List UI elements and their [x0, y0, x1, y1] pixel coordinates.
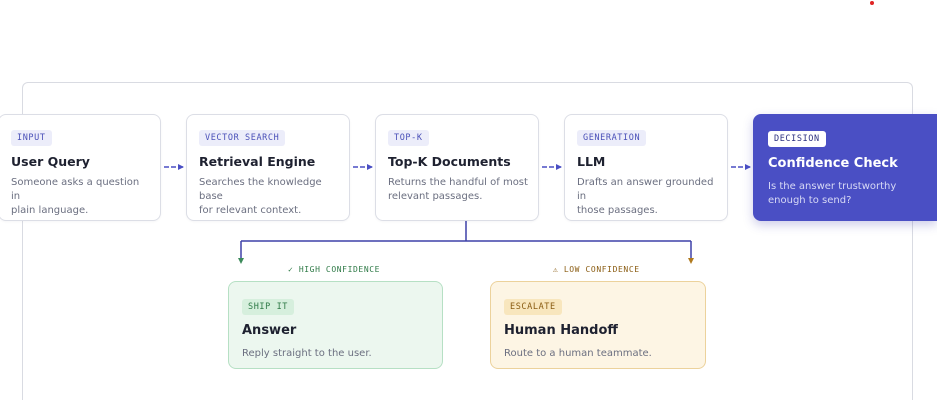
card-tag: ESCALATE [504, 299, 562, 315]
card-description: Searches the knowledge base for relevant … [199, 177, 322, 216]
card-tag: INPUT [11, 130, 52, 146]
red-dot-marker [870, 1, 874, 5]
card-title: LLM [577, 154, 606, 169]
card-title: Human Handoff [504, 323, 618, 338]
high-confidence-label: ✓ HIGH CONFIDENCE [288, 265, 381, 274]
card-answer: SHIP IT Answer Reply straight to the use… [228, 281, 443, 369]
card-description: Is the answer trustworthy enough to send? [768, 181, 897, 206]
card-tag: VECTOR SEARCH [199, 130, 286, 146]
card-title: Confidence Check [768, 156, 898, 171]
card-tag: GENERATION [577, 130, 647, 146]
card-description: Returns the handful of most relevant pass… [388, 177, 528, 202]
card-description: Route to a human teammate. [504, 348, 652, 359]
card-description: Drafts an answer grounded in those passag… [577, 177, 714, 216]
card-llm: GENERATION LLM Drafts an answer grounded… [564, 114, 728, 221]
card-description: Someone asks a question in plain language… [11, 177, 140, 216]
card-human-handoff: ESCALATE Human Handoff Route to a human … [490, 281, 706, 369]
card-top-k-documents: TOP-K Top-K Documents Returns the handfu… [375, 114, 539, 221]
card-description: Reply straight to the user. [242, 348, 372, 359]
card-user-query: INPUT User Query Someone asks a question… [0, 114, 161, 221]
card-tag: DECISION [768, 131, 826, 147]
low-confidence-label: ⚠ LOW CONFIDENCE [553, 265, 640, 274]
card-retrieval-engine: VECTOR SEARCH Retrieval Engine Searches … [186, 114, 350, 221]
card-title: Answer [242, 323, 297, 338]
card-confidence-check: DECISION Confidence Check Is the answer … [753, 114, 937, 221]
card-title: Retrieval Engine [199, 154, 316, 169]
card-title: User Query [11, 154, 90, 169]
card-title: Top-K Documents [388, 154, 511, 169]
card-tag: TOP-K [388, 130, 429, 146]
card-tag: SHIP IT [242, 299, 295, 315]
